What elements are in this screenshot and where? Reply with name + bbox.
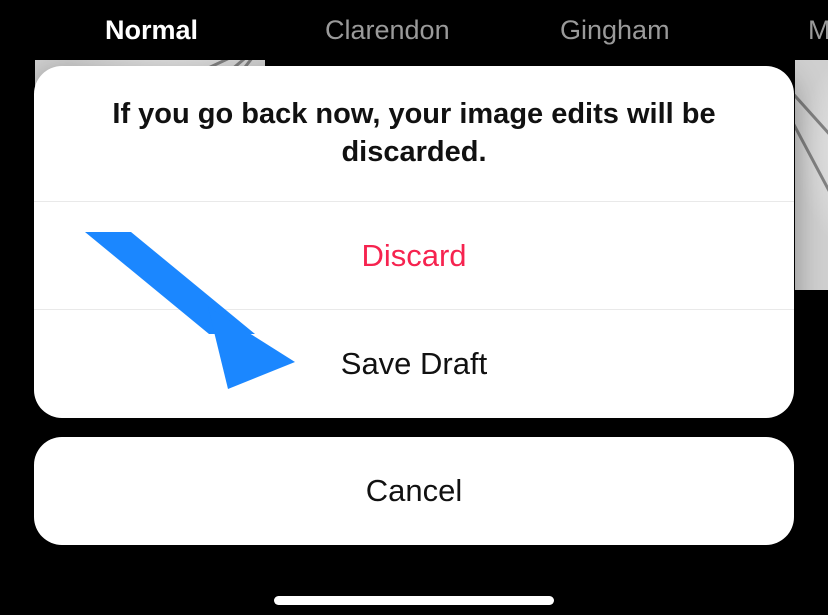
action-sheet-title: If you go back now, your image edits wil… <box>34 66 794 202</box>
discard-edits-action-sheet: If you go back now, your image edits wil… <box>34 66 794 418</box>
cancel-button[interactable]: Cancel <box>34 437 794 545</box>
filter-thumbnail <box>795 60 828 290</box>
filter-tab-normal[interactable]: Normal <box>105 15 198 46</box>
save-draft-button[interactable]: Save Draft <box>34 310 794 418</box>
discard-button[interactable]: Discard <box>34 202 794 310</box>
filter-bar: Normal Clarendon Gingham M <box>0 0 828 60</box>
filter-tab-clarendon[interactable]: Clarendon <box>325 15 450 46</box>
home-indicator <box>274 596 554 605</box>
filter-tab-gingham[interactable]: Gingham <box>560 15 670 46</box>
filter-tab-cutoff[interactable]: M <box>808 15 828 46</box>
